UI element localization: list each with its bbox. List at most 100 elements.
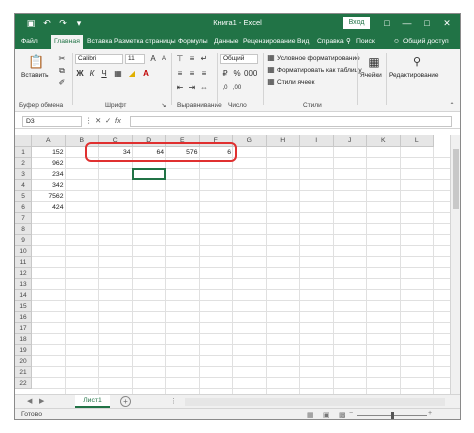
row-header-20[interactable]: 20 <box>15 356 32 367</box>
row-header-17[interactable]: 17 <box>15 323 32 334</box>
font-color-icon[interactable]: A <box>141 69 151 79</box>
row-header-6[interactable]: 6 <box>15 202 32 213</box>
bold-icon[interactable]: Ж <box>75 69 85 79</box>
percent-icon[interactable]: % <box>232 69 242 79</box>
row-header-7[interactable]: 7 <box>15 213 32 224</box>
align-right-icon[interactable]: ≡ <box>199 69 209 79</box>
font-name-dropdown[interactable]: Calibri <box>75 54 123 64</box>
column-header-g[interactable]: G <box>233 135 267 147</box>
row-header-18[interactable]: 18 <box>15 334 32 345</box>
row-header-13[interactable]: 13 <box>15 279 32 290</box>
underline-icon[interactable]: Ч <box>99 69 109 79</box>
close-icon[interactable]: ✕ <box>440 16 454 30</box>
active-cell[interactable] <box>131 168 166 180</box>
name-box-dropdown-icon[interactable]: ⋮ <box>85 116 93 125</box>
share-icon[interactable]: ☺ <box>393 35 400 49</box>
align-middle-icon[interactable]: ≡ <box>187 54 197 64</box>
wrap-text-icon[interactable]: ↵ <box>199 54 209 64</box>
thousands-icon[interactable]: 000 <box>244 69 257 79</box>
tab-formulas[interactable]: Формулы <box>178 35 208 49</box>
conditional-format-icon[interactable]: ▦ <box>266 53 276 63</box>
cut-icon[interactable]: ✂ <box>57 54 67 64</box>
cancel-icon[interactable]: ✕ <box>95 116 101 125</box>
tab-page-layout[interactable]: Разметка страницы <box>114 35 176 49</box>
cell-styles-button[interactable]: Стили ячеек <box>277 79 315 86</box>
select-all-corner[interactable] <box>15 135 32 147</box>
row-header-22[interactable]: 22 <box>15 378 32 389</box>
row-header-12[interactable]: 12 <box>15 268 32 279</box>
format-as-table-button[interactable]: Форматировать как таблицу <box>277 67 362 74</box>
row-header-15[interactable]: 15 <box>15 301 32 312</box>
ribbon-display-icon[interactable]: □ <box>380 16 394 30</box>
font-grow-icon[interactable]: A <box>148 54 158 64</box>
tab-help[interactable]: Справка <box>317 35 344 49</box>
row-header-19[interactable]: 19 <box>15 345 32 356</box>
paste-icon[interactable]: 📋 <box>28 54 44 70</box>
cell-a1[interactable]: 152 <box>32 147 66 158</box>
enter-icon[interactable]: ✓ <box>105 116 111 125</box>
row-header-5[interactable]: 5 <box>15 191 32 202</box>
align-left-icon[interactable]: ≡ <box>175 69 185 79</box>
tab-data[interactable]: Данные <box>214 35 239 49</box>
zoom-out-icon[interactable]: − <box>349 410 353 417</box>
tab-review[interactable]: Рецензирование <box>243 35 295 49</box>
paste-button[interactable]: Вставить <box>21 72 49 79</box>
column-header-j[interactable]: J <box>333 135 367 147</box>
row-header-3[interactable]: 3 <box>15 169 32 180</box>
sheet-tab[interactable]: Лист1 <box>75 395 110 408</box>
font-size-dropdown[interactable]: 11 <box>125 54 145 64</box>
editing-button[interactable]: Редактирование <box>389 72 439 79</box>
row-header-16[interactable]: 16 <box>15 312 32 323</box>
italic-icon[interactable]: К <box>87 69 97 79</box>
decrease-decimal-icon[interactable]: ,00 <box>232 83 242 93</box>
cell-a3[interactable]: 234 <box>32 169 66 180</box>
tab-view[interactable]: Вид <box>297 35 309 49</box>
align-center-icon[interactable]: ≡ <box>187 69 197 79</box>
row-header-9[interactable]: 9 <box>15 235 32 246</box>
font-shrink-icon[interactable]: A <box>159 54 169 64</box>
maximize-icon[interactable]: □ <box>420 16 434 30</box>
cell-a5[interactable]: 7562 <box>32 191 66 202</box>
merge-cells-icon[interactable]: ⇔ <box>199 83 209 93</box>
borders-icon[interactable]: ▦ <box>113 69 123 79</box>
editing-search-icon[interactable]: ⚲ <box>410 55 424 69</box>
page-layout-view-icon[interactable]: ▣ <box>323 411 330 419</box>
column-header-l[interactable]: L <box>400 135 434 147</box>
formula-input[interactable] <box>130 116 452 127</box>
indent-decrease-icon[interactable]: ⇤ <box>175 83 185 93</box>
number-format-dropdown[interactable]: Общий <box>220 54 258 64</box>
copy-icon[interactable]: ⧉ <box>57 66 67 76</box>
zoom-in-icon[interactable]: + <box>428 410 432 417</box>
zoom-slider-knob[interactable] <box>391 412 394 419</box>
increase-decimal-icon[interactable]: ,0 <box>220 83 230 93</box>
cell-a6[interactable]: 424 <box>32 202 66 213</box>
vertical-scrollbar[interactable] <box>450 135 460 394</box>
function-icon[interactable]: fx <box>115 116 121 125</box>
normal-view-icon[interactable]: ▦ <box>307 411 314 419</box>
indent-increase-icon[interactable]: ⇥ <box>187 83 197 93</box>
font-launcher-icon[interactable]: ↘ <box>159 101 169 111</box>
row-header-21[interactable]: 21 <box>15 367 32 378</box>
row-header-4[interactable]: 4 <box>15 180 32 191</box>
sheet-options-icon[interactable]: ⋮ <box>170 397 177 405</box>
align-top-icon[interactable]: ⊤ <box>175 54 185 64</box>
horizontal-scrollbar[interactable] <box>185 398 445 406</box>
signin-button[interactable]: Вход <box>343 17 370 29</box>
add-sheet-icon[interactable]: + <box>120 396 131 407</box>
name-box[interactable]: D3 <box>22 116 82 127</box>
page-break-view-icon[interactable]: ▩ <box>339 411 346 419</box>
next-sheet-icon[interactable]: ▶ <box>39 397 44 405</box>
row-header-11[interactable]: 11 <box>15 257 32 268</box>
tab-search[interactable]: Поиск <box>356 35 375 49</box>
column-header-i[interactable]: I <box>300 135 334 147</box>
row-header-10[interactable]: 10 <box>15 246 32 257</box>
collapse-ribbon-icon[interactable]: ⌃ <box>447 101 457 111</box>
column-header-a[interactable]: A <box>32 135 66 147</box>
fill-color-icon[interactable]: ◢ <box>127 69 137 79</box>
vertical-scroll-thumb[interactable] <box>453 149 459 209</box>
column-header-h[interactable]: H <box>266 135 300 147</box>
worksheet-grid[interactable]: A B C D E F G H I J K L 1 2 3 4 5 6 7 8 9 10 11 12 13 14 15 16 17 18 1… <box>15 129 460 394</box>
row-header-2[interactable]: 2 <box>15 158 32 169</box>
tab-insert[interactable]: Вставка <box>87 35 112 49</box>
conditional-format-button[interactable]: Условное форматирование <box>277 55 360 62</box>
